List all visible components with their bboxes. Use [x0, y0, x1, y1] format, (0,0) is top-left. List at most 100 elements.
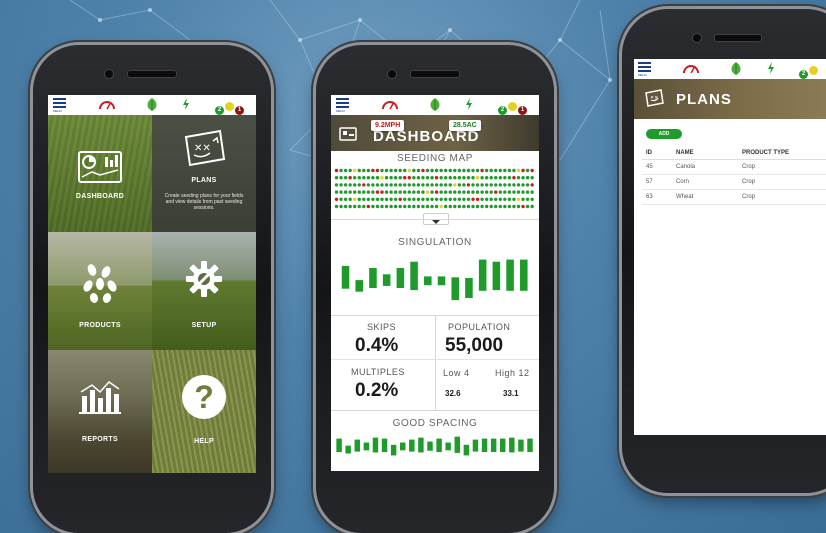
seeding-map-title: SEEDING MAP	[396, 153, 474, 164]
seed-dot	[403, 204, 407, 209]
seed-dot	[407, 190, 411, 194]
column-product-type[interactable]: PRODUCT TYPE	[738, 147, 826, 160]
seed-dot	[484, 197, 489, 201]
seed-dot	[466, 168, 471, 173]
seed-dot	[434, 190, 439, 194]
menu-button[interactable]: MENU	[53, 98, 66, 113]
bolt-icon[interactable]	[767, 62, 775, 74]
seed-dot	[516, 176, 521, 180]
seed-dot	[421, 176, 425, 180]
seed-dot	[353, 168, 357, 173]
tile-setup[interactable]: SETUP	[152, 232, 256, 350]
seed-dot	[412, 168, 416, 173]
dashboard-icon	[78, 151, 122, 183]
seed-dot	[430, 176, 434, 180]
singulation-bar	[465, 278, 473, 298]
seed-dot	[462, 190, 466, 194]
spacing-bar	[481, 438, 488, 453]
status-dots[interactable]: 21	[214, 98, 244, 116]
seed-dot	[462, 197, 466, 201]
leaf-icon[interactable]	[429, 98, 441, 111]
seed-dot	[375, 176, 380, 180]
seed-dot	[453, 190, 457, 194]
seed-dot	[516, 168, 521, 173]
hamburger-icon	[53, 98, 66, 109]
seed-dot	[453, 197, 457, 201]
tile-help[interactable]: ? HELP	[152, 350, 256, 473]
seed-dot	[421, 204, 425, 209]
seed-dot	[353, 183, 357, 187]
seed-dot	[343, 197, 348, 201]
speaker-grille	[127, 70, 177, 78]
hamburger-icon	[336, 98, 349, 109]
bolt-icon[interactable]	[465, 98, 473, 110]
menu-screen: MENU 21 DASHBOARD ✕✕ PLANS Create seedin…	[48, 95, 256, 473]
row-id: 45	[642, 159, 672, 175]
area-readout: 28.5AC	[449, 120, 481, 131]
seed-dot	[353, 176, 357, 180]
spacing-bar	[345, 445, 351, 454]
seed-dot	[462, 204, 466, 209]
speedometer-icon[interactable]	[98, 98, 116, 110]
seed-dot	[416, 197, 421, 201]
row-type: Crop	[738, 189, 826, 205]
seed-dot	[380, 204, 384, 209]
table-row[interactable]: 57 Corn Crop	[642, 174, 826, 190]
tile-dashboard[interactable]: DASHBOARD	[48, 115, 152, 232]
status-dots[interactable]: 2	[798, 62, 818, 80]
front-camera	[692, 33, 702, 43]
seed-dot	[343, 204, 348, 209]
speedometer-icon[interactable]	[682, 62, 700, 74]
front-camera	[387, 69, 397, 79]
seed-dot	[425, 204, 430, 209]
table-row[interactable]: 45 Canola Crop	[642, 159, 826, 175]
plans-title: PLANS	[676, 91, 732, 108]
seed-dot	[457, 176, 462, 180]
seed-dot	[366, 183, 371, 187]
leaf-icon[interactable]	[146, 98, 158, 111]
seed-dot	[480, 168, 484, 173]
tile-products[interactable]: PRODUCTS	[48, 232, 152, 350]
seed-dot	[398, 204, 402, 209]
status-dots[interactable]: 21	[497, 98, 527, 116]
status-dot-green: 2	[215, 106, 224, 115]
table-row[interactable]: 63 Wheat Crop	[642, 189, 826, 205]
seed-dot	[448, 190, 452, 194]
seed-dot	[393, 183, 398, 187]
column-id[interactable]: ID	[642, 147, 672, 160]
speedometer-icon[interactable]	[381, 98, 399, 110]
leaf-icon[interactable]	[730, 62, 742, 75]
multiples-value: 0.2%	[355, 380, 399, 401]
menu-button[interactable]: MENU	[336, 98, 349, 113]
seed-dot	[334, 176, 339, 180]
seed-dot	[357, 204, 361, 209]
seed-dot	[462, 176, 466, 180]
spacing-bar	[400, 442, 406, 451]
seed-dot	[457, 204, 462, 209]
spacing-bar	[436, 438, 442, 453]
bolt-icon[interactable]	[182, 98, 190, 110]
seed-dot	[507, 190, 512, 194]
seed-dot	[389, 176, 393, 180]
tile-reports[interactable]: REPORTS	[48, 350, 152, 473]
status-dot-red: 1	[235, 106, 244, 115]
seed-dot	[357, 190, 361, 194]
seed-dot	[362, 197, 366, 201]
status-bar: MENU 21	[48, 95, 256, 115]
column-name[interactable]: NAME	[672, 147, 738, 160]
add-plan-button[interactable]: ADD	[646, 129, 682, 139]
singulation-bar	[355, 280, 363, 292]
seed-dot	[384, 190, 389, 194]
menu-button[interactable]: MENU	[638, 62, 651, 77]
seed-dot	[407, 176, 411, 180]
seeding-map-grid[interactable]	[334, 167, 536, 211]
seed-dot	[371, 168, 375, 173]
menu-label: MENU	[53, 109, 62, 113]
tile-plans[interactable]: ✕✕ PLANS Create seeding plans for your f…	[152, 115, 256, 232]
row-name: Corn	[672, 174, 738, 190]
spacing-bar	[518, 439, 524, 452]
seed-dot	[507, 168, 512, 173]
seed-dot	[362, 176, 366, 180]
seed-dot	[471, 176, 475, 180]
spacing-bar	[390, 444, 397, 456]
